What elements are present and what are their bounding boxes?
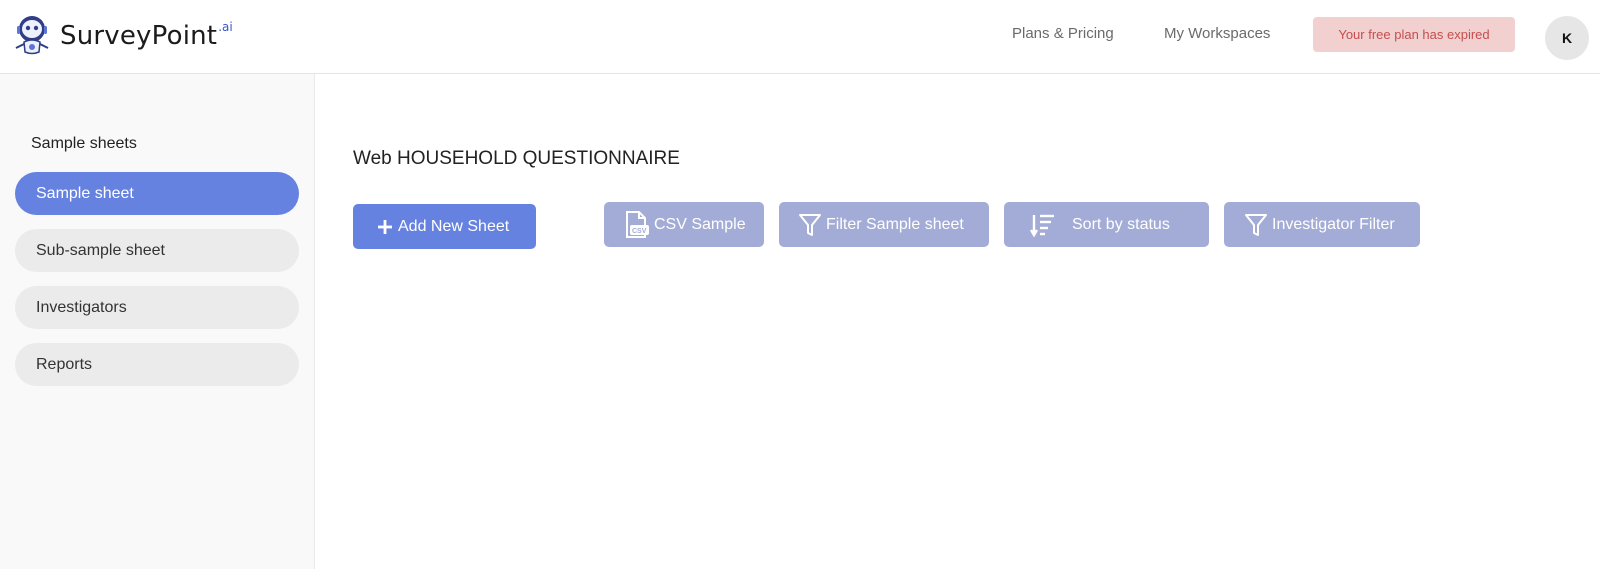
filter-icon xyxy=(799,213,821,236)
plus-icon xyxy=(378,219,392,234)
plan-expired-badge[interactable]: Your free plan has expired xyxy=(1313,17,1515,52)
sort-by-status-button[interactable]: Sort by status xyxy=(1004,202,1209,247)
user-avatar[interactable]: K xyxy=(1545,16,1589,60)
top-header: SurveyPoint .ai Plans & Pricing My Works… xyxy=(0,0,1600,74)
sidebar-item-sub-sample-sheet[interactable]: Sub-sample sheet xyxy=(15,229,299,272)
sidebar-item-sample-sheet[interactable]: Sample sheet xyxy=(15,172,299,215)
sidebar-item-reports[interactable]: Reports xyxy=(15,343,299,386)
sidebar: Sample sheets Sample sheet Sub-sample sh… xyxy=(0,74,315,569)
add-new-sheet-button[interactable]: Add New Sheet xyxy=(353,204,536,249)
sidebar-item-label: Sub-sample sheet xyxy=(36,241,165,259)
sidebar-heading: Sample sheets xyxy=(31,135,137,152)
main-content: Web HOUSEHOLD QUESTIONNAIRE Add New Shee… xyxy=(316,74,1600,569)
brand-name: SurveyPoint xyxy=(60,21,218,51)
nav-my-workspaces[interactable]: My Workspaces xyxy=(1164,25,1270,42)
sidebar-item-label: Reports xyxy=(36,355,93,373)
csv-sample-label: CSV Sample xyxy=(654,215,746,233)
sidebar-item-investigators[interactable]: Investigators xyxy=(15,286,299,329)
sort-by-status-label: Sort by status xyxy=(1072,215,1170,233)
csv-sample-button[interactable]: CSV CSV Sample xyxy=(604,202,764,247)
csv-file-icon: CSV xyxy=(626,210,649,238)
sidebar-item-label: Investigators xyxy=(36,298,127,316)
filter-sample-sheet-label: Filter Sample sheet xyxy=(826,215,964,233)
filter-sample-sheet-button[interactable]: Filter Sample sheet xyxy=(779,202,989,247)
nav-plans-pricing[interactable]: Plans & Pricing xyxy=(1012,25,1114,42)
investigator-filter-label: Investigator Filter xyxy=(1272,215,1395,233)
brand-logo[interactable]: SurveyPoint .ai xyxy=(12,14,233,58)
sort-lines-icon xyxy=(1030,214,1054,237)
mascot-logo-icon xyxy=(15,16,49,55)
svg-text:CSV: CSV xyxy=(632,228,647,235)
brand-suffix: .ai xyxy=(218,20,233,34)
add-new-sheet-label: Add New Sheet xyxy=(398,217,510,235)
filter-icon xyxy=(1245,213,1267,236)
sidebar-item-label: Sample sheet xyxy=(36,184,134,202)
investigator-filter-button[interactable]: Investigator Filter xyxy=(1224,202,1420,247)
page-title: Web HOUSEHOLD QUESTIONNAIRE xyxy=(353,148,680,169)
